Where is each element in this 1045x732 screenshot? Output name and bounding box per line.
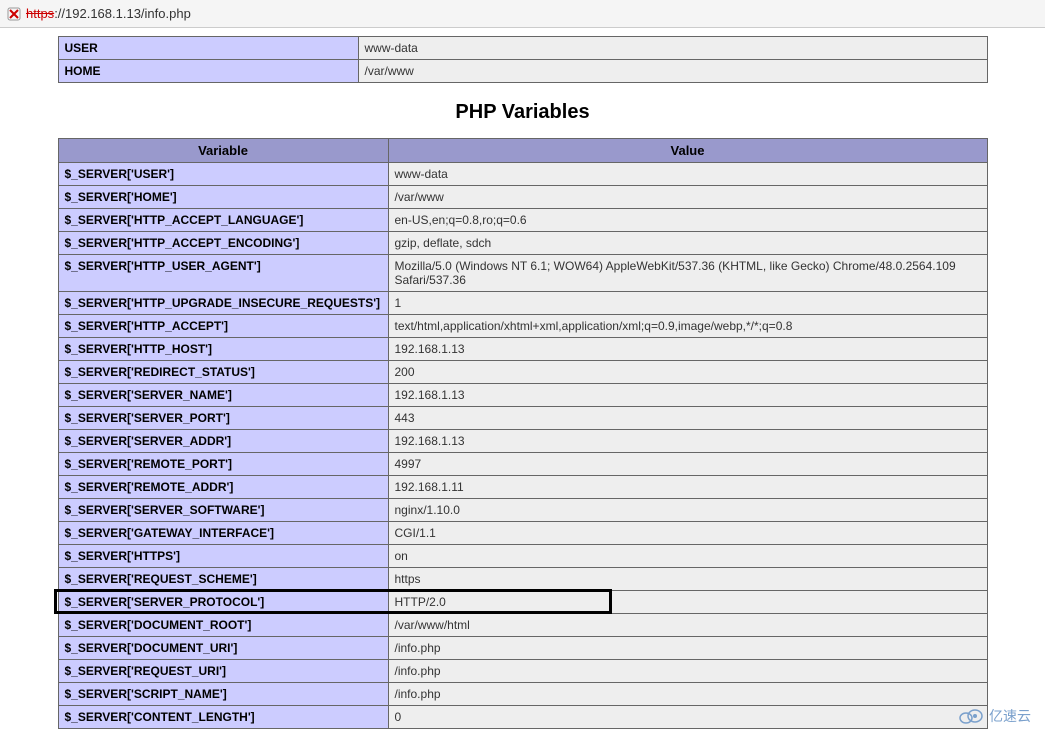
table-row: USERwww-data [58, 37, 987, 60]
php-var-value: /var/www/html [388, 614, 987, 637]
php-var-name: $_SERVER['GATEWAY_INTERFACE'] [58, 522, 388, 545]
php-var-value: 192.168.1.13 [388, 430, 987, 453]
table-row: $_SERVER['HTTP_ACCEPT_ENCODING']gzip, de… [58, 232, 987, 255]
php-var-value: text/html,application/xhtml+xml,applicat… [388, 315, 987, 338]
php-var-name: $_SERVER['SERVER_SOFTWARE'] [58, 499, 388, 522]
page-content: USERwww-dataHOME/var/www PHP Variables V… [0, 28, 1045, 729]
php-var-name: $_SERVER['DOCUMENT_ROOT'] [58, 614, 388, 637]
php-var-name: $_SERVER['REDIRECT_STATUS'] [58, 361, 388, 384]
php-var-name: $_SERVER['SERVER_ADDR'] [58, 430, 388, 453]
url-scheme: https [26, 6, 54, 21]
php-var-name: $_SERVER['SERVER_PROTOCOL'] [58, 591, 388, 614]
address-bar[interactable]: https ://192.168.1.13/info.php [0, 0, 1045, 28]
table-row: $_SERVER['HOME']/var/www [58, 186, 987, 209]
php-var-name: $_SERVER['HOME'] [58, 186, 388, 209]
table-row: $_SERVER['HTTP_UPGRADE_INSECURE_REQUESTS… [58, 292, 987, 315]
section-title-php-variables: PHP Variables [58, 101, 988, 124]
env-var-name: USER [58, 37, 358, 60]
php-var-value: 192.168.1.13 [388, 338, 987, 361]
php-var-name: $_SERVER['HTTP_USER_AGENT'] [58, 255, 388, 292]
table-row: $_SERVER['REMOTE_PORT']4997 [58, 453, 987, 476]
php-var-name: $_SERVER['HTTP_ACCEPT_LANGUAGE'] [58, 209, 388, 232]
php-variables-table: Variable Value $_SERVER['USER']www-data$… [58, 138, 988, 729]
php-var-name: $_SERVER['SERVER_NAME'] [58, 384, 388, 407]
table-row: $_SERVER['SERVER_ADDR']192.168.1.13 [58, 430, 987, 453]
table-row: HOME/var/www [58, 60, 987, 83]
php-var-value: HTTP/2.0 [388, 591, 987, 614]
environment-table: USERwww-dataHOME/var/www [58, 36, 988, 83]
php-var-name: $_SERVER['CONTENT_LENGTH'] [58, 706, 388, 729]
php-var-value: /info.php [388, 683, 987, 706]
php-var-value: 443 [388, 407, 987, 430]
php-var-name: $_SERVER['REQUEST_SCHEME'] [58, 568, 388, 591]
table-row: $_SERVER['HTTP_ACCEPT']text/html,applica… [58, 315, 987, 338]
watermark-text: 亿速云 [989, 706, 1031, 726]
php-var-value: gzip, deflate, sdch [388, 232, 987, 255]
php-var-name: $_SERVER['DOCUMENT_URI'] [58, 637, 388, 660]
php-var-value: /info.php [388, 637, 987, 660]
php-var-value: www-data [388, 163, 987, 186]
column-header-variable: Variable [58, 139, 388, 163]
table-row: $_SERVER['SERVER_SOFTWARE']nginx/1.10.0 [58, 499, 987, 522]
table-row: $_SERVER['REMOTE_ADDR']192.168.1.11 [58, 476, 987, 499]
env-var-value: /var/www [358, 60, 987, 83]
php-var-name: $_SERVER['HTTP_HOST'] [58, 338, 388, 361]
url-rest: ://192.168.1.13/info.php [54, 6, 191, 21]
table-row: $_SERVER['SERVER_NAME']192.168.1.13 [58, 384, 987, 407]
table-row: $_SERVER['HTTP_HOST']192.168.1.13 [58, 338, 987, 361]
table-row: $_SERVER['DOCUMENT_URI']/info.php [58, 637, 987, 660]
table-row: $_SERVER['SCRIPT_NAME']/info.php [58, 683, 987, 706]
table-row: $_SERVER['GATEWAY_INTERFACE']CGI/1.1 [58, 522, 987, 545]
php-var-value: 200 [388, 361, 987, 384]
table-row: $_SERVER['HTTP_USER_AGENT']Mozilla/5.0 (… [58, 255, 987, 292]
php-var-value: on [388, 545, 987, 568]
table-row: $_SERVER['REQUEST_SCHEME']https [58, 568, 987, 591]
php-var-name: $_SERVER['HTTPS'] [58, 545, 388, 568]
php-var-name: $_SERVER['SERVER_PORT'] [58, 407, 388, 430]
insecure-cert-icon [6, 6, 22, 22]
php-var-name: $_SERVER['HTTP_UPGRADE_INSECURE_REQUESTS… [58, 292, 388, 315]
cloud-icon [959, 708, 983, 724]
php-var-value: /info.php [388, 660, 987, 683]
php-var-value: /var/www [388, 186, 987, 209]
php-var-value: CGI/1.1 [388, 522, 987, 545]
table-row: $_SERVER['REQUEST_URI']/info.php [58, 660, 987, 683]
php-var-name: $_SERVER['HTTP_ACCEPT_ENCODING'] [58, 232, 388, 255]
php-var-value: 192.168.1.13 [388, 384, 987, 407]
column-header-value: Value [388, 139, 987, 163]
php-var-value: 0 [388, 706, 987, 729]
table-row: $_SERVER['HTTP_ACCEPT_LANGUAGE']en-US,en… [58, 209, 987, 232]
php-var-value: nginx/1.10.0 [388, 499, 987, 522]
watermark: 亿速云 [959, 706, 1031, 726]
env-var-value: www-data [358, 37, 987, 60]
table-row: $_SERVER['SERVER_PORT']443 [58, 407, 987, 430]
table-row: $_SERVER['HTTPS']on [58, 545, 987, 568]
php-var-value: Mozilla/5.0 (Windows NT 6.1; WOW64) Appl… [388, 255, 987, 292]
php-var-name: $_SERVER['REMOTE_ADDR'] [58, 476, 388, 499]
php-var-value: 4997 [388, 453, 987, 476]
php-var-name: $_SERVER['REMOTE_PORT'] [58, 453, 388, 476]
php-var-name: $_SERVER['USER'] [58, 163, 388, 186]
table-row: $_SERVER['SERVER_PROTOCOL']HTTP/2.0 [58, 591, 987, 614]
php-var-name: $_SERVER['SCRIPT_NAME'] [58, 683, 388, 706]
table-row: $_SERVER['USER']www-data [58, 163, 987, 186]
php-var-value: 1 [388, 292, 987, 315]
php-var-value: 192.168.1.11 [388, 476, 987, 499]
env-var-name: HOME [58, 60, 358, 83]
php-var-value: en-US,en;q=0.8,ro;q=0.6 [388, 209, 987, 232]
php-var-name: $_SERVER['REQUEST_URI'] [58, 660, 388, 683]
table-row: $_SERVER['REDIRECT_STATUS']200 [58, 361, 987, 384]
table-row: $_SERVER['CONTENT_LENGTH']0 [58, 706, 987, 729]
php-var-value: https [388, 568, 987, 591]
table-row: $_SERVER['DOCUMENT_ROOT']/var/www/html [58, 614, 987, 637]
php-var-name: $_SERVER['HTTP_ACCEPT'] [58, 315, 388, 338]
